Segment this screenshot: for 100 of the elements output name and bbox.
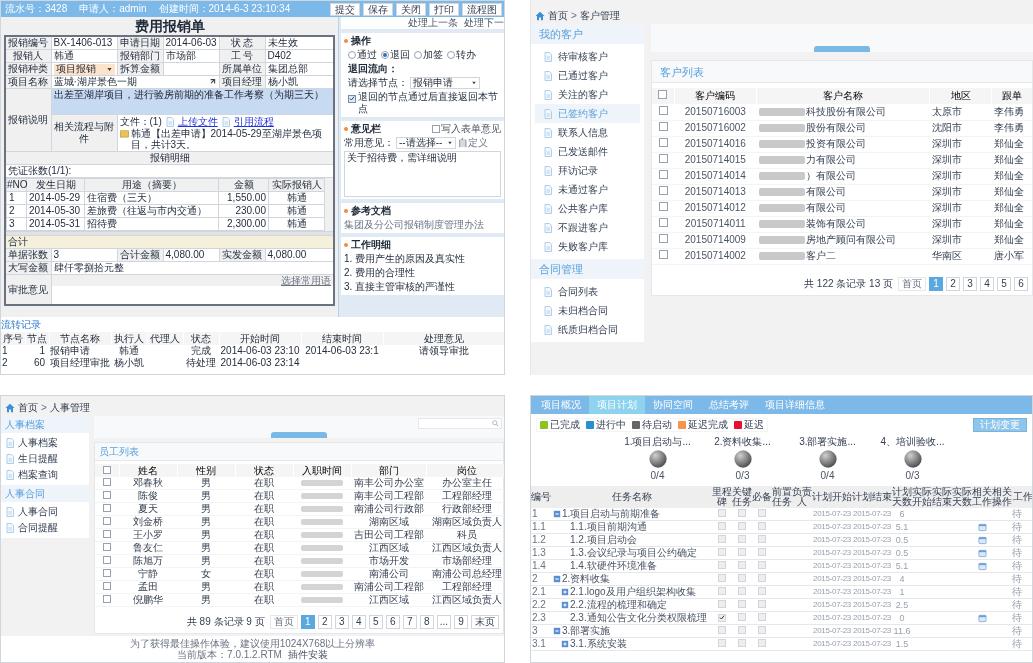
radio-button[interactable] [381, 51, 389, 59]
sidebar-item[interactable]: 档案查询 [1, 467, 89, 483]
sidebar-item[interactable]: 合同列表 [535, 282, 640, 301]
calendar-icon[interactable] [977, 561, 987, 571]
sidebar-item[interactable]: 失败客户库 [535, 237, 640, 256]
first-page-button[interactable]: 首页 [898, 276, 926, 291]
search-field[interactable] [418, 418, 502, 429]
sidebar-item[interactable]: 拜访记录 [535, 161, 640, 180]
last-page-button[interactable]: 末页 [471, 615, 499, 629]
toolbar-button[interactable]: 打印 [429, 2, 459, 16]
select-field[interactable]: --请选择-- [396, 137, 456, 149]
checkbox[interactable] [658, 234, 668, 243]
scrollbar[interactable] [6, 231, 333, 236]
checkbox[interactable] [432, 125, 440, 133]
sidebar-item[interactable]: 纸质归档合同 [535, 320, 640, 339]
select-field[interactable]: 项目报销 [53, 63, 115, 75]
checkbox[interactable] [103, 491, 111, 499]
radio-button[interactable] [414, 51, 422, 59]
checkbox[interactable] [658, 250, 668, 259]
page-button[interactable]: 5 [368, 615, 383, 629]
checkbox[interactable] [103, 504, 111, 512]
page-button[interactable]: 4 [351, 615, 366, 629]
link[interactable]: 自定义 [458, 137, 488, 149]
checkbox[interactable] [103, 543, 111, 551]
first-page-button[interactable]: 首页 [269, 615, 298, 629]
checkbox[interactable] [658, 202, 668, 211]
expand-icon[interactable] [561, 640, 569, 648]
checkbox[interactable] [658, 154, 668, 163]
toolbar-button[interactable]: 提交 [330, 2, 360, 16]
link[interactable]: 上传文件 [177, 116, 218, 128]
collapse-icon[interactable] [553, 510, 561, 518]
opinion-field[interactable]: 关于招待费，需详细说明 [344, 151, 501, 197]
table-cell: 待 [1012, 624, 1032, 638]
checkbox[interactable] [103, 478, 111, 486]
checkbox[interactable] [103, 556, 111, 564]
calendar-icon[interactable] [977, 522, 987, 532]
checkbox[interactable] [658, 218, 668, 227]
expand-icon[interactable] [561, 601, 569, 609]
toolbar-button[interactable]: 保存 [363, 2, 393, 16]
select-field[interactable]: 报销申请 [410, 77, 480, 89]
checkbox[interactable] [658, 186, 668, 195]
checkbox[interactable] [103, 530, 111, 538]
breadcrumb-link[interactable]: 人事管理 [49, 402, 90, 414]
sidebar-item[interactable]: 已通过客户 [535, 66, 640, 85]
checkbox[interactable] [103, 569, 111, 577]
sidebar-item[interactable]: 人事合同 [1, 504, 89, 520]
sidebar-item[interactable]: 未通过客户 [535, 180, 640, 199]
breadcrumb-link[interactable]: 客户管理 [579, 10, 620, 22]
checkbox[interactable] [103, 582, 111, 590]
breadcrumb-link[interactable]: 首页 [18, 402, 38, 414]
page-button[interactable]: 4 [980, 276, 994, 291]
checkbox[interactable] [102, 465, 111, 474]
page-button[interactable]: 2 [317, 615, 332, 629]
sidebar-item[interactable]: 联系人信息 [535, 123, 640, 142]
sidebar-item[interactable]: 生日提醒 [1, 451, 89, 467]
calendar-icon[interactable] [977, 535, 987, 545]
link[interactable]: 处理上一条 [408, 17, 458, 29]
sidebar-item[interactable]: 已发送邮件 [535, 142, 640, 161]
page-button[interactable]: ... [436, 615, 451, 629]
checkbox[interactable] [658, 90, 668, 99]
page-button[interactable]: 8 [419, 615, 434, 629]
sidebar-item[interactable]: 未归档合同 [535, 301, 640, 320]
link[interactable]: 集团及分公司报销制度管理办法 [344, 219, 501, 231]
toolbar-button[interactable]: 关闭 [396, 2, 426, 16]
collapse-icon[interactable] [553, 575, 561, 583]
breadcrumb-link[interactable]: 首页 [548, 10, 568, 22]
checkbox[interactable] [658, 138, 668, 147]
page-button[interactable]: 7 [402, 615, 417, 629]
link[interactable]: 选择常用语 [281, 275, 331, 286]
page-button[interactable]: 2 [946, 276, 960, 291]
page-button[interactable]: 6 [1014, 276, 1028, 291]
sidebar-item[interactable]: 合同提醒 [1, 520, 89, 536]
link[interactable]: 引用流程 [233, 116, 274, 128]
radio-button[interactable] [447, 51, 455, 59]
checkbox[interactable] [658, 105, 668, 115]
radio-button[interactable] [348, 51, 356, 59]
header-info: 申请人：admin [79, 3, 147, 15]
sidebar-item[interactable]: 人事档案 [1, 435, 89, 451]
sidebar-item[interactable]: 公共客户库 [535, 199, 640, 218]
toolbar-button[interactable]: 流程图 [462, 2, 502, 16]
sidebar-item[interactable]: 关注的客户 [535, 85, 640, 104]
calendar-icon[interactable] [977, 613, 987, 623]
collapse-icon[interactable] [553, 627, 561, 635]
calendar-icon[interactable] [977, 548, 987, 558]
sidebar-item[interactable]: 待审核客户 [535, 47, 640, 66]
link[interactable]: 处理下一 [464, 17, 504, 29]
page-button[interactable]: 6 [385, 615, 400, 629]
checkbox[interactable] [658, 170, 668, 179]
checkbox[interactable] [103, 595, 111, 603]
page-button[interactable]: 5 [997, 276, 1011, 291]
page-button[interactable]: 3 [963, 276, 977, 291]
link[interactable]: 插件安装 [287, 649, 328, 660]
checkbox[interactable] [348, 94, 356, 103]
expand-icon[interactable] [561, 588, 569, 596]
checkbox[interactable] [658, 122, 668, 131]
page-button[interactable]: 3 [334, 615, 349, 629]
page-button[interactable]: 9 [454, 615, 468, 629]
checkbox[interactable] [103, 517, 111, 525]
sidebar-item[interactable]: 不跟进客户 [535, 218, 640, 237]
lookup-icon[interactable] [208, 78, 217, 86]
